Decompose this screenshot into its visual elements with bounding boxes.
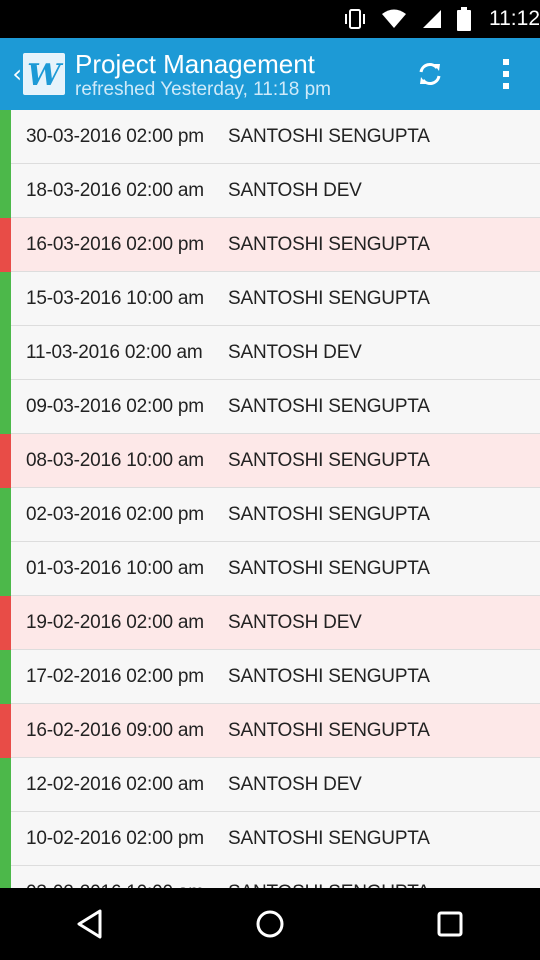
- item-datetime: 09-03-2016 02:00 pm: [26, 395, 204, 417]
- item-datetime: 02-03-2016 02:00 pm: [26, 503, 204, 525]
- item-assignee: SANTOSH DEV: [228, 341, 362, 363]
- list-item[interactable]: 11-03-2016 02:00 am SANTOSH DEV: [0, 326, 540, 380]
- item-assignee: SANTOSHI SENGUPTA: [228, 503, 430, 525]
- overflow-menu-button[interactable]: [482, 38, 530, 110]
- status-indicator: [0, 758, 11, 812]
- item-assignee: SANTOSHI SENGUPTA: [228, 125, 430, 147]
- item-datetime: 10-02-2016 02:00 pm: [26, 827, 204, 849]
- list-item[interactable]: 15-03-2016 10:00 am SANTOSHI SENGUPTA: [0, 272, 540, 326]
- app-logo[interactable]: W: [23, 53, 65, 95]
- status-indicator: [0, 218, 11, 272]
- list-item[interactable]: 02-03-2016 02:00 pm SANTOSHI SENGUPTA: [0, 488, 540, 542]
- status-indicator: [0, 164, 11, 218]
- status-indicator: [0, 704, 11, 758]
- item-datetime: 11-03-2016 02:00 am: [26, 341, 203, 363]
- list-item[interactable]: 01-03-2016 10:00 am SANTOSHI SENGUPTA: [0, 542, 540, 596]
- item-assignee: SANTOSHI SENGUPTA: [228, 395, 430, 417]
- back-chevron-icon[interactable]: ‹: [0, 38, 22, 110]
- navigation-bar: [0, 888, 540, 960]
- title-block: Project Management refreshed Yesterday, …: [75, 49, 398, 101]
- item-datetime: 01-03-2016 10:00 am: [26, 557, 204, 579]
- refresh-button[interactable]: [398, 38, 462, 110]
- item-datetime: 12-02-2016 02:00 am: [26, 773, 204, 795]
- task-list: 30-03-2016 02:00 pm SANTOSHI SENGUPTA 18-0…: [0, 110, 540, 888]
- item-assignee: SANTOSH DEV: [228, 179, 362, 201]
- status-indicator: [0, 434, 11, 488]
- item-assignee: SANTOSHI SENGUPTA: [228, 287, 430, 309]
- item-assignee: SANTOSHI SENGUPTA: [228, 449, 430, 471]
- item-assignee: SANTOSH DEV: [228, 773, 362, 795]
- status-indicator: [0, 542, 11, 596]
- signal-icon: [421, 8, 443, 30]
- status-bar: 11:12: [0, 0, 540, 38]
- status-indicator: [0, 596, 11, 650]
- item-datetime: 15-03-2016 10:00 am: [26, 287, 204, 309]
- status-indicator: [0, 272, 11, 326]
- screen: 11:12 ‹ W Project Management refreshed Y…: [0, 0, 540, 960]
- list-item[interactable]: 16-02-2016 09:00 am SANTOSHI SENGUPTA: [0, 704, 540, 758]
- item-assignee: SANTOSH DEV: [228, 611, 362, 633]
- item-assignee: SANTOSHI SENGUPTA: [228, 719, 430, 741]
- overflow-menu-icon: [503, 59, 509, 89]
- status-indicator: [0, 380, 11, 434]
- list-item[interactable]: 08-03-2016 10:00 am SANTOSHI SENGUPTA: [0, 434, 540, 488]
- wifi-icon: [381, 8, 407, 30]
- item-assignee: SANTOSHI SENGUPTA: [228, 665, 430, 687]
- refresh-status: refreshed Yesterday, 11:18 pm: [75, 79, 331, 100]
- refresh-icon: [419, 63, 441, 85]
- list-item[interactable]: 10-02-2016 02:00 pm SANTOSHI SENGUPTA: [0, 812, 540, 866]
- list-item[interactable]: 16-03-2016 02:00 pm SANTOSHI SENGUPTA: [0, 218, 540, 272]
- list-item[interactable]: 17-02-2016 02:00 pm SANTOSHI SENGUPTA: [0, 650, 540, 704]
- item-datetime: 17-02-2016 02:00 pm: [26, 665, 204, 687]
- home-circle-icon: [256, 910, 284, 938]
- list-item[interactable]: 12-02-2016 02:00 am SANTOSH DEV: [0, 758, 540, 812]
- status-indicator: [0, 110, 11, 164]
- item-assignee: SANTOSHI SENGUPTA: [228, 233, 430, 255]
- app-logo-icon: W: [24, 54, 64, 94]
- list-item[interactable]: 03-02-2016 10:00 amSANTOSHI SENGUPTA: [0, 866, 540, 888]
- status-time: 11:12: [489, 7, 540, 30]
- page-title: Project Management: [75, 49, 315, 79]
- status-indicator: [0, 326, 11, 380]
- item-datetime: 18-03-2016 02:00 am: [26, 179, 204, 201]
- item-datetime: 19-02-2016 02:00 am: [26, 611, 204, 633]
- status-indicator: [0, 812, 11, 866]
- status-icons: [343, 7, 471, 31]
- item-assignee: SANTOSHI SENGUPTA: [228, 827, 430, 849]
- list-item[interactable]: 19-02-2016 02:00 am SANTOSH DEV: [0, 596, 540, 650]
- vibrate-icon: [343, 8, 367, 30]
- back-triangle-icon: [77, 909, 102, 939]
- list-item[interactable]: 18-03-2016 02:00 am SANTOSH DEV: [0, 164, 540, 218]
- item-datetime: 08-03-2016 10:00 am: [26, 449, 204, 471]
- app-bar: ‹ W Project Management refreshed Yesterd…: [0, 38, 540, 110]
- list-item[interactable]: 09-03-2016 02:00 pm SANTOSHI SENGUPTA: [0, 380, 540, 434]
- status-indicator: [0, 488, 11, 542]
- list-item[interactable]: 30-03-2016 02:00 pm SANTOSHI SENGUPTA: [0, 110, 540, 164]
- nav-recents-button[interactable]: [400, 888, 500, 960]
- app-logo-letter: W: [27, 58, 64, 93]
- battery-icon: [457, 7, 471, 31]
- item-datetime: 30-03-2016 02:00 pm: [26, 125, 204, 147]
- nav-home-button[interactable]: [220, 888, 320, 960]
- item-assignee: SANTOSHI SENGUPTA: [228, 557, 430, 579]
- status-indicator: [0, 650, 11, 704]
- item-datetime: 16-02-2016 09:00 am: [26, 719, 204, 741]
- nav-back-button[interactable]: [40, 888, 140, 960]
- status-indicator: [0, 866, 11, 888]
- recents-square-icon: [437, 911, 463, 937]
- item-datetime: 16-03-2016 02:00 pm: [26, 233, 204, 255]
